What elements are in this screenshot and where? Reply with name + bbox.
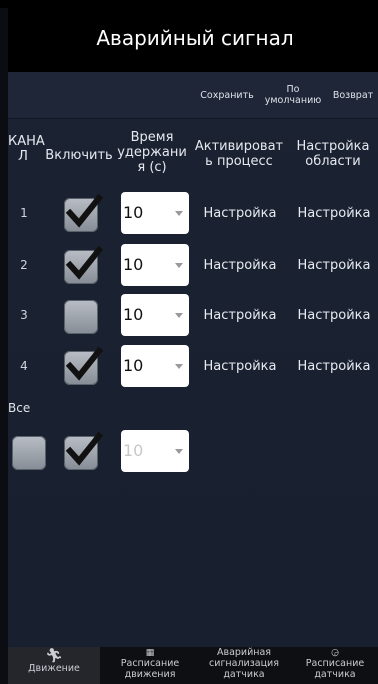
area-setup-link[interactable]: Настройка <box>290 359 378 374</box>
title-bar: Аварийный сигнал <box>8 8 378 72</box>
default-label-line1: По <box>286 84 300 95</box>
area-setup-link[interactable]: Настройка <box>290 258 378 273</box>
enable-checkbox[interactable] <box>64 346 104 385</box>
channel-number: 1 <box>20 206 28 220</box>
activate-process-link[interactable]: Настройка <box>194 206 286 221</box>
hold-time-value: 10 <box>123 255 144 274</box>
hold-time-value: 10 <box>123 356 144 375</box>
nav-tab-sensor-alarm-line1: Аварийная <box>216 647 272 658</box>
header-channel-line1: КАНА <box>8 134 45 149</box>
nav-tab-motion-schedule-line1: Расписание <box>120 658 180 669</box>
header-activate-process: Активироват ь процесс <box>191 139 287 169</box>
page-title: Аварийный сигнал <box>96 26 294 50</box>
header-hold-line3: я (с) <box>137 160 167 175</box>
header-enable-label: Включить <box>45 148 113 163</box>
nav-tab-motion[interactable]: 🏃︎ Движение <box>8 647 100 684</box>
nav-tab-motion-schedule[interactable]: ▦ Расписание движения <box>104 647 196 684</box>
hold-time-select[interactable]: 10 <box>121 244 189 286</box>
channel-number: 2 <box>20 258 28 272</box>
header-hold-line2: удержани <box>117 145 187 160</box>
running-person-icon: 🏃︎ <box>45 648 63 664</box>
nav-tab-sensor-alarm[interactable]: Аварийная сигнализация датчика <box>198 647 290 684</box>
enable-checkbox[interactable] <box>64 245 104 284</box>
select-all-checkbox[interactable] <box>12 436 46 470</box>
checkmark-icon <box>65 431 104 466</box>
header-activate-line2: ь процесс <box>205 154 273 169</box>
nav-tab-motion-label: Движение <box>28 663 80 674</box>
all-label: Все <box>8 401 31 415</box>
nav-tab-sensor-schedule[interactable]: ◶ Расписание датчика <box>292 647 378 684</box>
header-area-line1: Настройка <box>296 139 370 154</box>
bottom-navigation: 🏃︎ Движение ▦ Расписание движения Аварий… <box>8 647 378 684</box>
default-label-line2: умолчанию <box>264 95 322 106</box>
checkmark-icon <box>65 193 104 228</box>
activate-process-link[interactable]: Настройка <box>194 258 286 273</box>
checkmark-icon <box>65 346 104 381</box>
area-setup-link[interactable]: Настройка <box>290 308 378 323</box>
toolbar: Сохранить По умолчанию Возврат <box>8 72 378 119</box>
sensor-calendar-icon: ◶ <box>331 648 339 658</box>
dropdown-arrow-icon <box>175 364 183 369</box>
save-button[interactable]: Сохранить <box>194 72 260 118</box>
nav-tab-sensor-alarm-line2: сигнализация <box>209 658 279 669</box>
channel-number: 3 <box>20 308 28 322</box>
channel-number: 4 <box>20 359 28 373</box>
status-strip <box>0 0 378 8</box>
enable-checkbox[interactable] <box>64 193 104 232</box>
hold-time-select[interactable]: 10 <box>121 192 189 234</box>
dropdown-arrow-icon <box>175 211 183 216</box>
save-label: Сохранить <box>200 89 254 101</box>
dropdown-arrow-icon <box>175 313 183 318</box>
header-channel: КАНА Л <box>8 134 45 164</box>
default-button[interactable]: По умолчанию <box>260 72 326 118</box>
header-enable: Включить <box>44 148 114 163</box>
back-button[interactable]: Возврат <box>328 72 378 118</box>
header-hold-time: Время удержани я (с) <box>116 130 188 175</box>
header-channel-line2: Л <box>18 149 28 164</box>
activate-process-link[interactable]: Настройка <box>194 359 286 374</box>
nav-tab-sensor-alarm-line3: датчика <box>223 669 265 680</box>
hold-time-value: 10 <box>123 305 144 324</box>
area-setup-link[interactable]: Настройка <box>290 206 378 221</box>
hold-time-select[interactable]: 10 <box>121 345 189 387</box>
dropdown-arrow-icon <box>175 263 183 268</box>
dropdown-arrow-icon <box>175 449 183 454</box>
checkmark-icon <box>65 245 104 280</box>
nav-tab-sensor-schedule-line2: датчика <box>314 669 356 680</box>
header-activate-line1: Активироват <box>194 139 284 154</box>
hold-time-all-value: 10 <box>123 441 144 460</box>
calendar-icon: ▦ <box>145 648 155 658</box>
alarm-settings-panel: Сохранить По умолчанию Возврат КАНА Л Вк… <box>8 72 378 647</box>
header-hold-line1: Время <box>130 130 174 145</box>
hold-time-select[interactable]: 10 <box>121 294 189 336</box>
enable-all-checkbox[interactable] <box>64 431 104 470</box>
enable-checkbox[interactable] <box>64 300 98 334</box>
nav-tab-motion-schedule-line2: движения <box>124 669 176 680</box>
hold-time-all-select[interactable]: 10 <box>121 430 189 472</box>
nav-tab-sensor-schedule-line1: Расписание <box>305 658 365 669</box>
header-area-setup: Настройка области <box>288 139 378 169</box>
back-label: Возврат <box>332 89 374 101</box>
activate-process-link[interactable]: Настройка <box>194 308 286 323</box>
header-area-line2: области <box>305 154 361 169</box>
hold-time-value: 10 <box>123 203 144 222</box>
